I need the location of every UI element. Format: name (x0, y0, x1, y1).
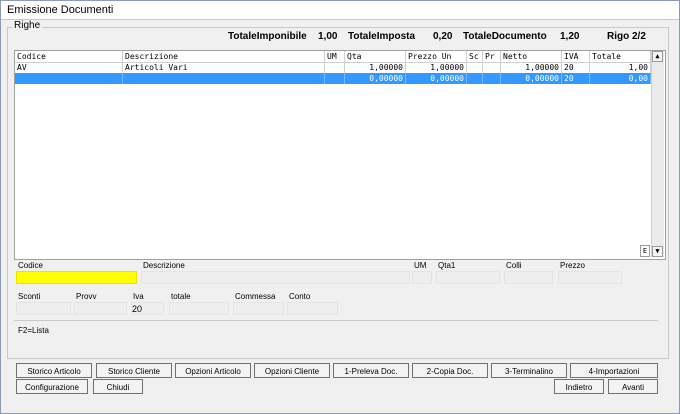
grid-vertical-scrollbar[interactable]: ▲ ▼ (651, 51, 664, 257)
scroll-up-icon[interactable]: ▲ (652, 51, 663, 62)
totale-documento-value: 1,20 (560, 31, 580, 42)
column-header[interactable]: UM (325, 51, 345, 62)
column-header[interactable]: Codice (15, 51, 123, 62)
column-header[interactable]: Prezzo Un (406, 51, 467, 62)
table-cell: 20 (562, 73, 590, 84)
opzioni-articolo-button[interactable]: Opzioni Articolo (175, 363, 251, 378)
totale-field[interactable] (169, 302, 229, 315)
table-cell: 20 (562, 62, 590, 73)
chiudi-button[interactable]: Chiudi (93, 379, 143, 394)
column-header[interactable]: IVA (562, 51, 590, 62)
table-cell: Articoli Vari (123, 62, 325, 73)
righe-group-label: Righe (12, 20, 43, 31)
avanti-button[interactable]: Avanti (608, 379, 658, 394)
table-row-selected[interactable]: 0,00000 0,00000 0,00000 20 0,00 (15, 73, 651, 84)
table-cell: 1,00000 (406, 62, 467, 73)
indietro-button[interactable]: Indietro (554, 379, 604, 394)
table-cell (467, 62, 483, 73)
opzioni-cliente-button[interactable]: Opzioni Cliente (254, 363, 330, 378)
iva-field[interactable]: 20 (131, 302, 164, 315)
table-cell (325, 73, 345, 84)
table-cell: 1,00000 (501, 62, 562, 73)
prezzo-field[interactable] (558, 271, 622, 284)
column-header[interactable]: Qta (345, 51, 406, 62)
sconti-label: Sconti (18, 292, 41, 301)
codice-label: Codice (18, 261, 43, 270)
conto-field[interactable] (287, 302, 338, 315)
window-title: Emissione Documenti (7, 4, 114, 16)
table-cell: 0,00000 (345, 73, 406, 84)
copia-doc-button[interactable]: 2-Copia Doc. (412, 363, 488, 378)
table-cell: 0,00000 (501, 73, 562, 84)
commessa-label: Commessa (235, 292, 276, 301)
righe-grid[interactable]: Codice Descrizione UM Qta Prezzo Un Sc P… (14, 50, 666, 260)
table-cell: 1,00 (590, 62, 651, 73)
grid-corner-button[interactable]: E (640, 245, 650, 257)
totale-imposta-label: TotaleImposta (348, 31, 416, 42)
table-cell (325, 62, 345, 73)
colli-label: Colli (506, 261, 522, 270)
table-cell: AV (15, 62, 123, 73)
qta1-label: Qta1 (438, 261, 456, 270)
sconti-field[interactable] (16, 302, 71, 315)
f2-lista-hint: F2=Lista (18, 326, 49, 335)
totale-imponibile-label: TotaleImponibile (228, 31, 307, 42)
prezzo-label: Prezzo (560, 261, 585, 270)
codice-field[interactable] (16, 271, 137, 284)
table-cell (483, 62, 501, 73)
column-header[interactable]: Pr (483, 51, 501, 62)
um-field[interactable] (412, 271, 432, 284)
table-cell (483, 73, 501, 84)
iva-label: Iva (133, 292, 144, 301)
emissione-documenti-window: Emissione Documenti Righe TotaleImponibi… (0, 0, 680, 414)
table-cell: 1,00000 (345, 62, 406, 73)
preleva-doc-button[interactable]: 1-Preleva Doc. (333, 363, 409, 378)
importazioni-button[interactable]: 4-Importazioni (570, 363, 658, 378)
table-cell: 0,00 (590, 73, 651, 84)
table-row[interactable]: AV Articoli Vari 1,00000 1,00000 1,00000… (15, 62, 651, 73)
column-header[interactable]: Netto (501, 51, 562, 62)
title-bar: Emissione Documenti (1, 1, 679, 20)
table-cell (123, 73, 325, 84)
separator-top (14, 320, 658, 321)
provv-label: Provv (76, 292, 97, 301)
colli-field[interactable] (504, 271, 553, 284)
separator-bottom (14, 358, 658, 359)
column-header[interactable]: Descrizione (123, 51, 325, 62)
totale-imposta-value: 0,20 (433, 31, 453, 42)
scroll-down-icon[interactable]: ▼ (652, 246, 663, 257)
configurazione-button[interactable]: Configurazione (16, 379, 88, 394)
qta1-field[interactable] (436, 271, 500, 284)
table-cell (467, 73, 483, 84)
rigo-indicator: Rigo 2/2 (607, 31, 646, 42)
storico-cliente-button[interactable]: Storico Cliente (96, 363, 172, 378)
conto-label: Conto (289, 292, 311, 301)
table-cell (15, 73, 123, 84)
totale-label: totale (171, 292, 191, 301)
column-header[interactable]: Totale (590, 51, 651, 62)
table-cell: 0,00000 (406, 73, 467, 84)
provv-field[interactable] (74, 302, 127, 315)
commessa-field[interactable] (233, 302, 284, 315)
terminalino-button[interactable]: 3-Terminalino (491, 363, 567, 378)
um-label: UM (414, 261, 427, 270)
storico-articolo-button[interactable]: Storico Articolo (16, 363, 92, 378)
totale-documento-label: TotaleDocumento (463, 31, 547, 42)
descrizione-label: Descrizione (143, 261, 185, 270)
totale-imponibile-value: 1,00 (318, 31, 338, 42)
column-header[interactable]: Sc (467, 51, 483, 62)
descrizione-field[interactable] (141, 271, 410, 284)
